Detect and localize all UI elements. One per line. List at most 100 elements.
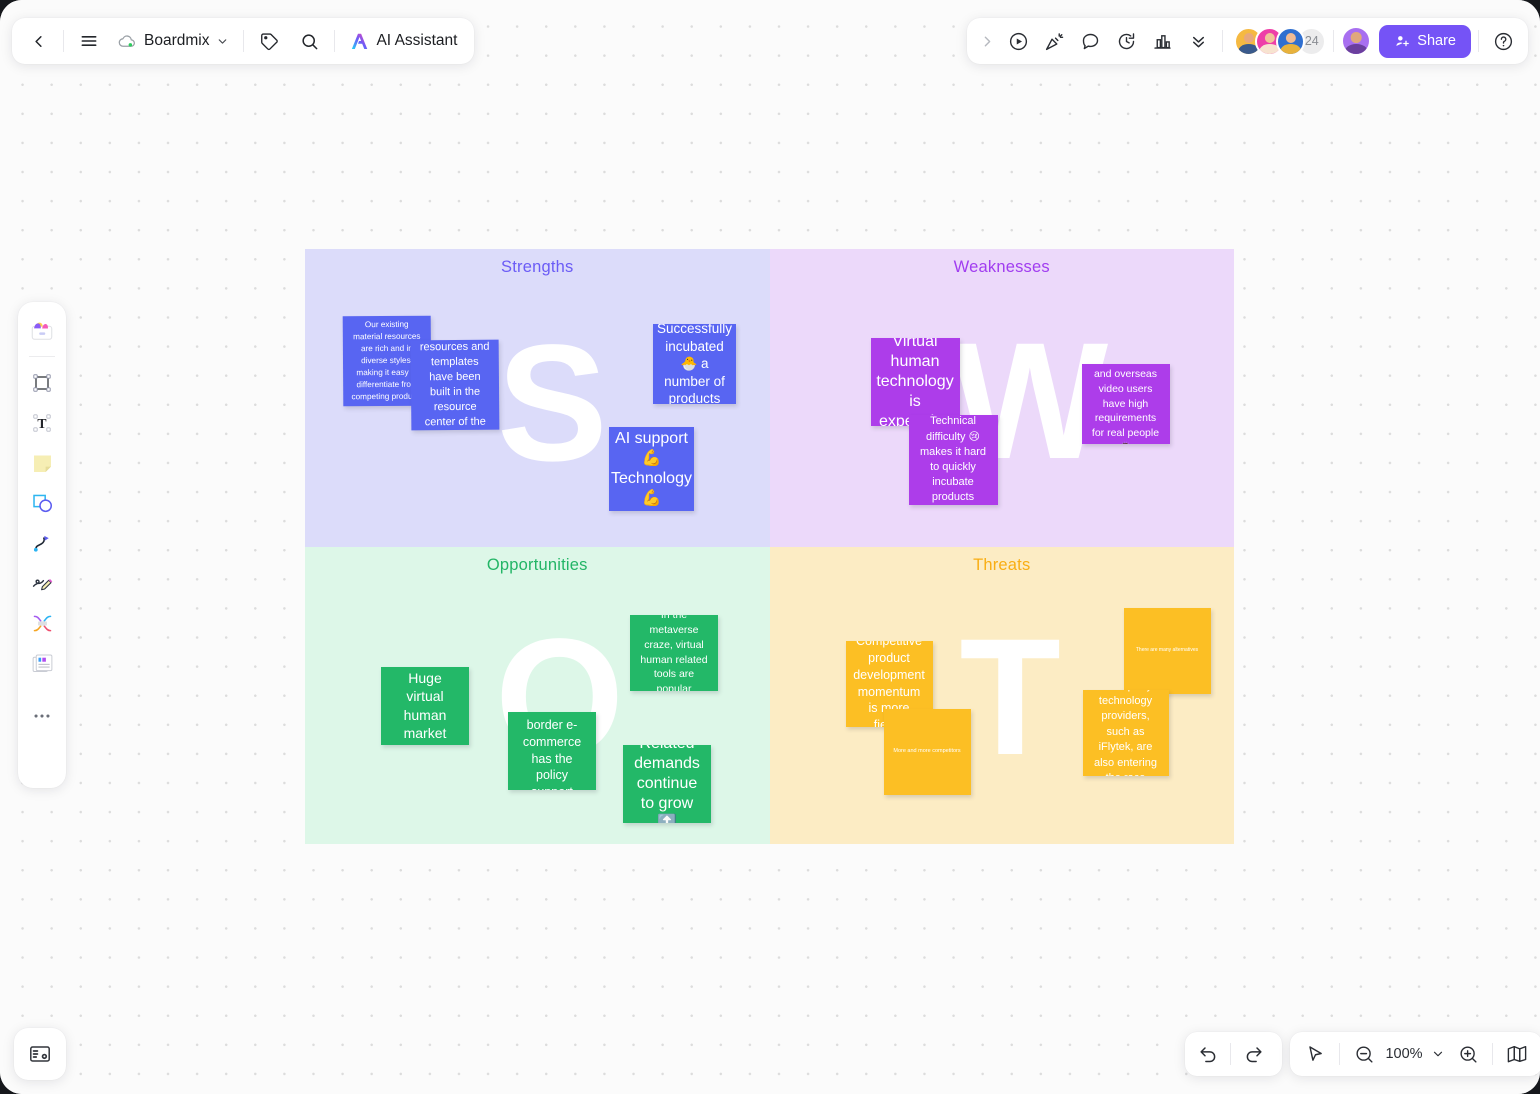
sidebar-item-text[interactable]: T <box>23 404 61 442</box>
sidebar-item-more[interactable] <box>23 697 61 735</box>
cursor-tool-button[interactable] <box>1298 1037 1332 1071</box>
sticky-note[interactable]: More and more competitors <box>883 708 971 795</box>
zoom-level-label[interactable]: 100% <box>1383 1046 1425 1062</box>
infinite-canvas[interactable]: Strengths S Our existing material resour… <box>0 0 1540 1094</box>
back-button[interactable] <box>18 21 58 61</box>
divider <box>29 356 55 357</box>
sticky-note-icon <box>33 454 51 472</box>
watermark-letter-t: T <box>959 604 1061 790</box>
quadrant-weaknesses[interactable]: Weaknesses W Virtual human technology is… <box>769 249 1234 547</box>
share-label: Share <box>1417 33 1456 49</box>
bar-chart-icon <box>1154 34 1171 49</box>
chevron-down-icon <box>219 38 227 44</box>
help-button[interactable] <box>1486 24 1520 58</box>
comment-button[interactable] <box>1073 24 1107 58</box>
collapse-toolbar-button[interactable] <box>1181 24 1215 58</box>
sticky-note[interactable]: Virtual human resources and templates ha… <box>410 339 500 431</box>
sticky-note-text: Related demands continue to grow 🔝 <box>634 745 700 823</box>
sticky-note[interactable]: Successfully incubated 🐣 a number of pro… <box>653 324 736 404</box>
quadrant-title-strengths: Strengths <box>501 258 574 276</box>
chevron-right-icon <box>984 36 991 46</box>
document-title: Boardmix <box>144 32 210 49</box>
sticky-note[interactable]: Technical difficulty 😢 makes it hard to … <box>908 415 998 505</box>
mindmap-icon <box>33 615 51 631</box>
sidebar-item-mindmap[interactable] <box>23 604 61 642</box>
zoom-out-button[interactable] <box>1347 1037 1381 1071</box>
sticky-note[interactable]: Third-party technology providers, such a… <box>1082 689 1169 776</box>
collaborator-avatars: 24 <box>1234 26 1327 56</box>
sticky-note-text: Third-party technology providers, such a… <box>1094 690 1157 776</box>
share-button[interactable]: Share <box>1379 24 1471 58</box>
templates-icon <box>31 322 53 340</box>
comment-bubble-icon <box>1082 33 1098 49</box>
quadrant-threats[interactable]: Threats T Competitive product developmen… <box>769 546 1234 844</box>
quadrant-opportunities[interactable]: Opportunities O Huge virtual human marke… <box>305 546 770 844</box>
avatar[interactable] <box>1276 26 1306 56</box>
sticky-note-text: There are many alternatives <box>1135 647 1199 653</box>
swot-board[interactable]: Strengths S Our existing material resour… <box>305 249 1234 844</box>
text-icon: T <box>33 414 51 432</box>
board-settings-button[interactable] <box>14 1028 66 1080</box>
minimap-button[interactable] <box>1500 1037 1534 1071</box>
sticky-note[interactable]: AI support 💪Technology💪 <box>609 427 694 511</box>
tag-button[interactable] <box>249 21 289 61</box>
document-title-chip[interactable]: Boardmix <box>109 21 238 61</box>
redo-button[interactable] <box>1236 1037 1270 1071</box>
sidebar-item-pen[interactable] <box>23 564 61 602</box>
boardmix-app-window: Strengths S Our existing material resour… <box>0 0 1540 1094</box>
sticky-note-text: In the metaverse craze, virtual human re… <box>640 614 708 691</box>
watermark-letter-s: S <box>497 311 608 496</box>
sidebar-item-templates[interactable] <box>23 311 61 349</box>
ai-assistant-button[interactable]: AI Assistant <box>340 21 468 61</box>
search-icon <box>302 33 318 49</box>
sticky-note[interactable]: Huge virtual human market <box>381 666 469 745</box>
present-button[interactable] <box>1001 24 1035 58</box>
expand-toolbar-button[interactable] <box>975 24 999 58</box>
minimap-icon <box>1507 1045 1527 1063</box>
zoom-in-button[interactable] <box>1451 1037 1485 1071</box>
main-menu-button[interactable] <box>69 21 109 61</box>
sticky-note[interactable]: Virtual human technology is expensive <box>870 338 960 426</box>
tag-icon <box>261 32 278 50</box>
sticky-note[interactable]: Cross-border e-commerce has the policy s… <box>508 711 596 790</box>
sticky-note[interactable]: Related demands continue to grow 🔝 <box>623 744 711 823</box>
quadrant-title-weaknesses: Weaknesses <box>953 258 1050 276</box>
quadrant-title-opportunities: Opportunities <box>486 555 588 574</box>
zoom-presets-button[interactable] <box>1427 1037 1449 1071</box>
divider <box>1339 1043 1340 1065</box>
sidebar-item-sticky-note[interactable] <box>23 444 61 482</box>
sticky-note-text: Advertisers and overseas video users hav… <box>1091 364 1160 444</box>
undo-button[interactable] <box>1191 1037 1225 1071</box>
sidebar-item-document[interactable] <box>23 644 61 682</box>
timer-button[interactable] <box>1109 24 1143 58</box>
analytics-button[interactable] <box>1145 24 1179 58</box>
double-chevron-down-icon <box>1192 36 1204 47</box>
top-right-toolbar: 24 Share <box>967 18 1528 64</box>
divider <box>1478 30 1479 52</box>
current-user-avatar[interactable] <box>1341 26 1372 56</box>
quadrant-strengths[interactable]: Strengths S Our existing material resour… <box>305 249 770 547</box>
search-button[interactable] <box>289 21 329 61</box>
sidebar-item-shapes[interactable] <box>23 484 61 522</box>
sticky-note-text: Cross-border e-commerce has the policy s… <box>522 712 582 790</box>
divider <box>29 689 55 690</box>
sticky-note-text: Virtual human resources and templates ha… <box>419 341 490 430</box>
sidebar-item-frame[interactable] <box>23 364 61 402</box>
divider <box>243 30 245 52</box>
celebrate-button[interactable] <box>1037 24 1071 58</box>
party-popper-icon <box>1045 32 1064 50</box>
sidebar-item-connector[interactable] <box>23 524 61 562</box>
cloud-saved-icon <box>118 34 135 47</box>
sticky-note[interactable]: In the metaverse craze, virtual human re… <box>630 614 718 691</box>
hamburger-menu-icon <box>81 36 97 46</box>
timer-icon <box>1118 32 1134 49</box>
sticky-note[interactable]: Advertisers and overseas video users hav… <box>1081 364 1170 444</box>
sticky-note-text: AI support 💪Technology💪 <box>611 429 692 508</box>
sticky-note[interactable]: There are many alternatives <box>1123 607 1211 694</box>
divider <box>1333 30 1335 52</box>
undo-arrow-icon <box>1199 1046 1215 1062</box>
add-person-icon <box>1396 36 1410 47</box>
chevron-left-icon <box>34 35 42 47</box>
ai-assistant-label: AI Assistant <box>376 32 458 49</box>
sticky-note-text: More and more competitors <box>893 747 961 754</box>
